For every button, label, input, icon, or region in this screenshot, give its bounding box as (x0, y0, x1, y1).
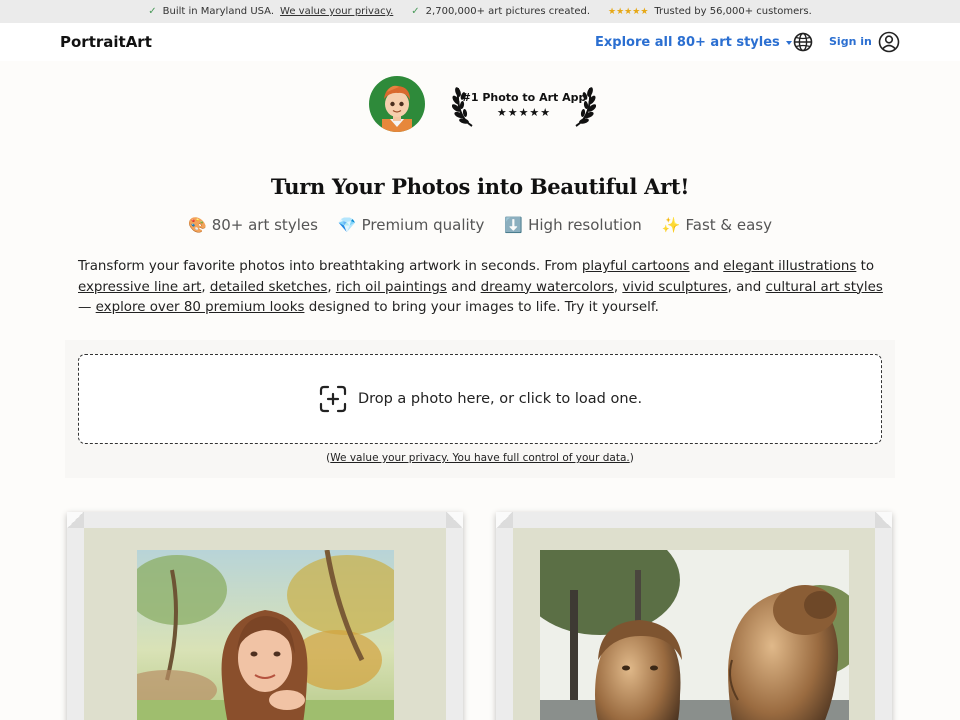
style-link-sculptures[interactable]: vivid sculptures (622, 280, 727, 295)
check-icon: ✓ (411, 6, 420, 17)
example-artwork-oil-painting (137, 550, 394, 720)
check-icon: ✓ (148, 6, 157, 17)
explore-looks-link[interactable]: explore over 80 premium looks (96, 300, 305, 315)
feature-item: 💎 Premium quality (338, 216, 485, 234)
laurel-icon (452, 87, 473, 127)
intro-text: Transform your favorite photos into brea… (78, 259, 582, 274)
feature-list: 🎨 80+ art styles 💎 Premium quality ⬇️ Hi… (0, 216, 960, 234)
announcement-trust-text: Trusted by 56,000+ customers. (654, 6, 812, 17)
feature-item: 🎨 80+ art styles (188, 216, 318, 234)
intro-text: designed to bring your images to life. T… (304, 300, 659, 315)
privacy-note: (We value your privacy. You have full co… (0, 452, 960, 464)
style-link-cartoons[interactable]: playful cartoons (582, 259, 690, 274)
feature-label: High resolution (528, 216, 642, 234)
frame-corner (67, 512, 84, 528)
brand-logo[interactable]: PortraitArt (60, 33, 152, 51)
frame-corner (446, 512, 463, 528)
award-badge: #1 Photo to Art App ★★★★★ (452, 80, 596, 128)
sign-in-link[interactable]: Sign in (829, 35, 872, 48)
feature-item: ✨ Fast & easy (662, 216, 772, 234)
palette-icon: 🎨 (188, 216, 207, 234)
style-link-illustrations[interactable]: elegant illustrations (723, 259, 856, 274)
mascot-avatar (369, 76, 425, 132)
laurel-icon (575, 87, 596, 127)
feature-label: Premium quality (361, 216, 485, 234)
user-circle-icon[interactable] (878, 31, 900, 53)
intro-text: and (689, 259, 724, 274)
photo-dropzone[interactable]: Drop a photo here, or click to load one. (78, 354, 882, 444)
sparkles-icon: ✨ (661, 216, 681, 234)
style-link-sketches[interactable]: detailed sketches (210, 280, 327, 295)
feature-label: Fast & easy (685, 216, 772, 234)
explore-styles-label: Explore all 80+ art styles (595, 35, 780, 50)
frame-corner (496, 512, 513, 528)
example-artwork-sculpture (540, 550, 849, 720)
intro-text: — (78, 300, 96, 315)
rating-stars-icon: ★★★★★ (608, 6, 649, 17)
gem-icon: 💎 (337, 216, 357, 234)
dropzone-label: Drop a photo here, or click to load one. (357, 391, 643, 407)
announcement-bar: ✓ Built in Maryland USA. We value your p… (0, 0, 960, 23)
privacy-link[interactable]: We value your privacy. (280, 6, 393, 17)
intro-text: to (856, 259, 875, 274)
caret-down-icon (785, 40, 792, 45)
style-link-line-art[interactable]: expressive line art (78, 280, 201, 295)
intro-text: , and (727, 279, 766, 295)
globe-icon[interactable] (793, 32, 813, 52)
announcement-trust: ★★★★★ Trusted by 56,000+ customers. (608, 6, 812, 17)
download-arrow-icon: ⬇️ (504, 216, 524, 234)
gallery-frame[interactable] (496, 512, 892, 720)
feature-label: 80+ art styles (211, 216, 318, 234)
announcement-pictures: ✓ 2,700,000+ art pictures created. (411, 6, 590, 17)
intro-text: , (327, 279, 336, 295)
announcement-maryland-text: Built in Maryland USA. (162, 6, 275, 17)
privacy-note-link[interactable]: We value your privacy. You have full con… (330, 452, 629, 464)
announcement-pictures-text: 2,700,000+ art pictures created. (425, 6, 591, 17)
intro-paragraph: Transform your favorite photos into brea… (78, 257, 888, 319)
navbar: PortraitArt Explore all 80+ art styles S… (0, 23, 960, 61)
gallery-frame[interactable] (67, 512, 463, 720)
intro-text: and (446, 279, 481, 295)
feature-item: ⬇️ High resolution (504, 216, 641, 234)
announcement-maryland: ✓ Built in Maryland USA. We value your p… (148, 6, 393, 17)
explore-styles-dropdown[interactable]: Explore all 80+ art styles (595, 35, 792, 50)
intro-text: , (201, 279, 210, 295)
style-link-watercolors[interactable]: dreamy watercolors (481, 280, 614, 295)
privacy-paren: ) (629, 452, 634, 464)
page-title: Turn Your Photos into Beautiful Art! (270, 174, 690, 199)
frame-corner (875, 512, 892, 528)
add-photo-icon (319, 385, 347, 413)
style-link-cultural[interactable]: cultural art styles (766, 280, 883, 295)
style-link-oil-paintings[interactable]: rich oil paintings (336, 280, 447, 295)
